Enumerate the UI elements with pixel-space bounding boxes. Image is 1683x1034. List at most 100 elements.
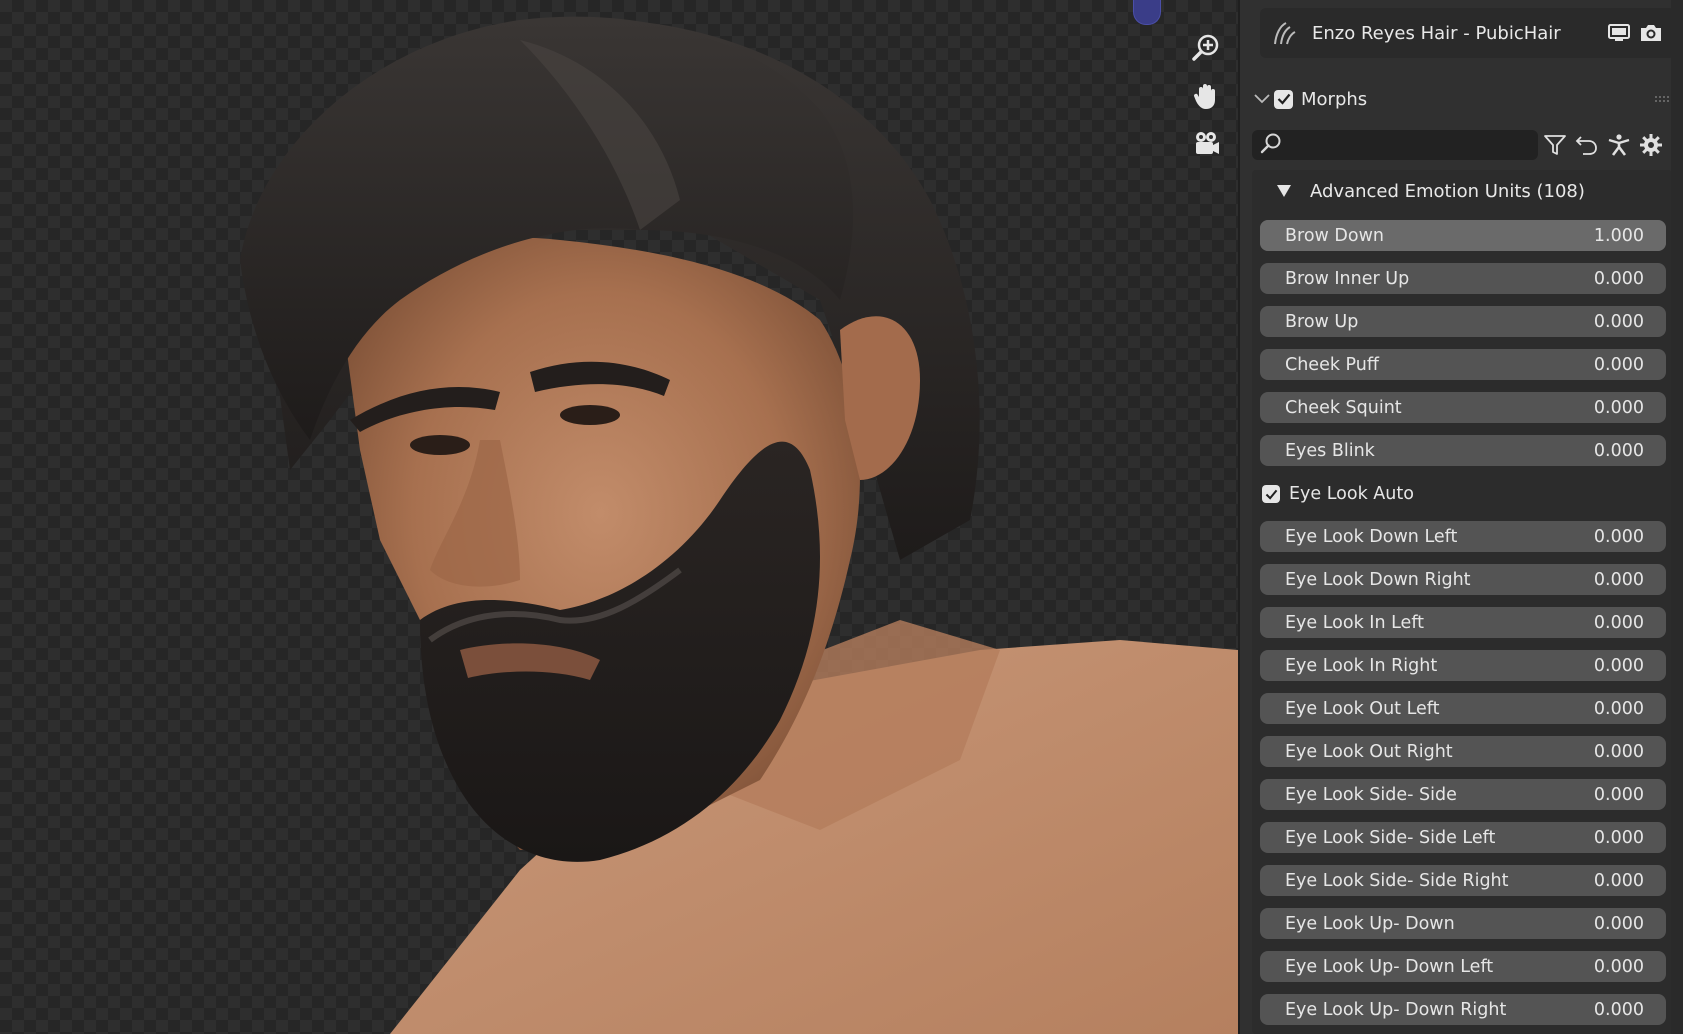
morph-slider[interactable]: Eye Look Down Left 0.000 [1260, 521, 1666, 552]
camera-icon[interactable] [1637, 19, 1665, 47]
morph-slider[interactable]: Eye Look In Left 0.000 [1260, 607, 1666, 638]
slider-label: Eye Look In Left [1285, 612, 1425, 633]
slider-label: Eye Look Up- Down [1285, 913, 1455, 934]
zoom-icon[interactable] [1186, 28, 1226, 68]
slider-value: 0.000 [1593, 913, 1644, 934]
morph-row: Brow Down 1.000 [1260, 215, 1666, 258]
morph-row: Brow Inner Up 0.000 [1260, 258, 1666, 301]
slider-label: Eye Look Side- Side Left [1285, 827, 1496, 848]
axis-gizmo[interactable] [1133, 0, 1161, 25]
morph-slider[interactable]: Eye Look Side- Side Left 0.000 [1260, 822, 1666, 853]
morph-row: Eye Look Auto [1260, 473, 1666, 516]
morph-row: Eye Look Down Left 0.000 [1260, 516, 1666, 559]
morph-slider[interactable]: Eye Look Side- Side Right 0.000 [1260, 865, 1666, 896]
slider-label: Eye Look Out Right [1285, 741, 1453, 762]
morph-row: Eyes Blink 0.000 [1260, 430, 1666, 473]
checkbox-label: Eye Look Auto [1289, 484, 1414, 504]
settings-icon[interactable] [1636, 130, 1666, 160]
slider-label: Cheek Puff [1285, 354, 1379, 375]
slider-label: Eye Look Out Left [1285, 698, 1440, 719]
morph-row: Eye Look Side- Side Right 0.000 [1260, 860, 1666, 903]
morph-slider[interactable]: Eye Look Up- Down Right 0.000 [1260, 994, 1666, 1025]
slider-value: 0.000 [1593, 311, 1644, 332]
checkbox[interactable] [1262, 485, 1280, 503]
slider-label: Eye Look Down Left [1285, 526, 1458, 547]
morph-search-field[interactable] [1252, 130, 1538, 160]
slider-value: 0.000 [1593, 870, 1644, 891]
slider-value: 0.000 [1593, 741, 1644, 762]
slider-label: Eye Look Up- Down Right [1285, 999, 1507, 1020]
morphs-title: Morphs [1301, 88, 1368, 110]
slider-value: 0.000 [1593, 440, 1644, 461]
morph-slider[interactable]: Eyes Blink 0.000 [1260, 435, 1666, 466]
slider-label: Brow Inner Up [1285, 268, 1410, 289]
morph-slider[interactable]: Brow Up 0.000 [1260, 306, 1666, 337]
camera-view-icon[interactable] [1186, 124, 1226, 164]
morph-row: Eye Look Side- Side 0.000 [1260, 774, 1666, 817]
slider-value: 0.000 [1593, 999, 1644, 1020]
filter-icon[interactable] [1540, 130, 1570, 160]
slider-value: 0.000 [1593, 268, 1644, 289]
morphs-enable-checkbox[interactable] [1274, 89, 1293, 109]
object-name[interactable]: Enzo Reyes Hair - PubicHair [1312, 23, 1601, 44]
morph-slider[interactable]: Eye Look In Right 0.000 [1260, 650, 1666, 681]
slider-label: Eye Look Down Right [1285, 569, 1471, 590]
slider-value: 0.000 [1593, 784, 1644, 805]
slider-label: Eye Look In Right [1285, 655, 1438, 676]
drag-grip-icon[interactable] [1655, 94, 1669, 104]
morph-group-title: Advanced Emotion Units (108) [1310, 180, 1585, 202]
3d-viewport[interactable] [0, 0, 1238, 1034]
morph-list-container: Advanced Emotion Units (108) Brow Down 1.… [1252, 170, 1672, 1034]
morph-row: Eye Look Up- Down 0.000 [1260, 903, 1666, 946]
slider-value: 0.000 [1593, 655, 1644, 676]
morph-slider[interactable]: Cheek Puff 0.000 [1260, 349, 1666, 380]
slider-value: 0.000 [1593, 698, 1644, 719]
morphs-subpanel-header[interactable]: Morphs [1250, 80, 1675, 118]
morph-slider[interactable]: Brow Down 1.000 [1260, 220, 1666, 251]
morph-row: Eye Look Down Right 0.000 [1260, 559, 1666, 602]
morph-slider[interactable]: Eye Look Side- Side 0.000 [1260, 779, 1666, 810]
morph-row: Cheek Squint 0.000 [1260, 387, 1666, 430]
search-input[interactable] [1290, 134, 1538, 156]
morph-row: Eye Look Out Right 0.000 [1260, 731, 1666, 774]
slider-value: 0.000 [1593, 397, 1644, 418]
slider-label: Eye Look Side- Side [1285, 784, 1457, 805]
slider-label: Cheek Squint [1285, 397, 1402, 418]
slider-label: Eye Look Up- Down Left [1285, 956, 1494, 977]
panel-scroll-edge[interactable] [1671, 0, 1683, 1034]
slider-label: Eyes Blink [1285, 440, 1375, 461]
morph-group-header[interactable]: Advanced Emotion Units (108) [1252, 170, 1672, 212]
morph-rows: Brow Down 1.000 Brow Inner Up 0.000 Brow Up 0… [1260, 215, 1666, 1032]
morph-row: Eye Look Out Left 0.000 [1260, 688, 1666, 731]
slider-value: 1.000 [1593, 225, 1644, 246]
morph-checkbox-row[interactable]: Eye Look Auto [1262, 482, 1414, 506]
morph-row: Brow Up 0.000 [1260, 301, 1666, 344]
search-icon [1260, 132, 1282, 158]
chevron-down-icon[interactable] [1250, 87, 1274, 111]
morph-slider[interactable]: Cheek Squint 0.000 [1260, 392, 1666, 423]
monitor-icon[interactable] [1605, 19, 1633, 47]
morph-slider[interactable]: Brow Inner Up 0.000 [1260, 263, 1666, 294]
properties-panel: Enzo Reyes Hair - PubicHair Morphs Advan… [1238, 0, 1683, 1034]
morph-row: Cheek Puff 0.000 [1260, 344, 1666, 387]
morph-slider[interactable]: Eye Look Down Right 0.000 [1260, 564, 1666, 595]
slider-value: 0.000 [1593, 526, 1644, 547]
triangle-down-icon[interactable] [1276, 183, 1292, 199]
hand-pan-icon[interactable] [1186, 76, 1226, 116]
undo-icon[interactable] [1572, 130, 1602, 160]
morph-row: Eye Look Up- Down Right 0.000 [1260, 989, 1666, 1032]
morph-slider[interactable]: Eye Look Out Left 0.000 [1260, 693, 1666, 724]
object-header: Enzo Reyes Hair - PubicHair [1260, 8, 1675, 58]
slider-value: 0.000 [1593, 569, 1644, 590]
navigation-gizmo [1184, 0, 1228, 180]
morph-slider[interactable]: Eye Look Up- Down 0.000 [1260, 908, 1666, 939]
morph-slider[interactable]: Eye Look Up- Down Left 0.000 [1260, 951, 1666, 982]
morph-row: Eye Look Side- Side Left 0.000 [1260, 817, 1666, 860]
slider-value: 0.000 [1593, 612, 1644, 633]
slider-label: Brow Down [1285, 225, 1384, 246]
morph-row: Eye Look In Right 0.000 [1260, 645, 1666, 688]
slider-value: 0.000 [1593, 827, 1644, 848]
morph-slider[interactable]: Eye Look Out Right 0.000 [1260, 736, 1666, 767]
slider-value: 0.000 [1593, 354, 1644, 375]
pose-icon[interactable] [1604, 130, 1634, 160]
